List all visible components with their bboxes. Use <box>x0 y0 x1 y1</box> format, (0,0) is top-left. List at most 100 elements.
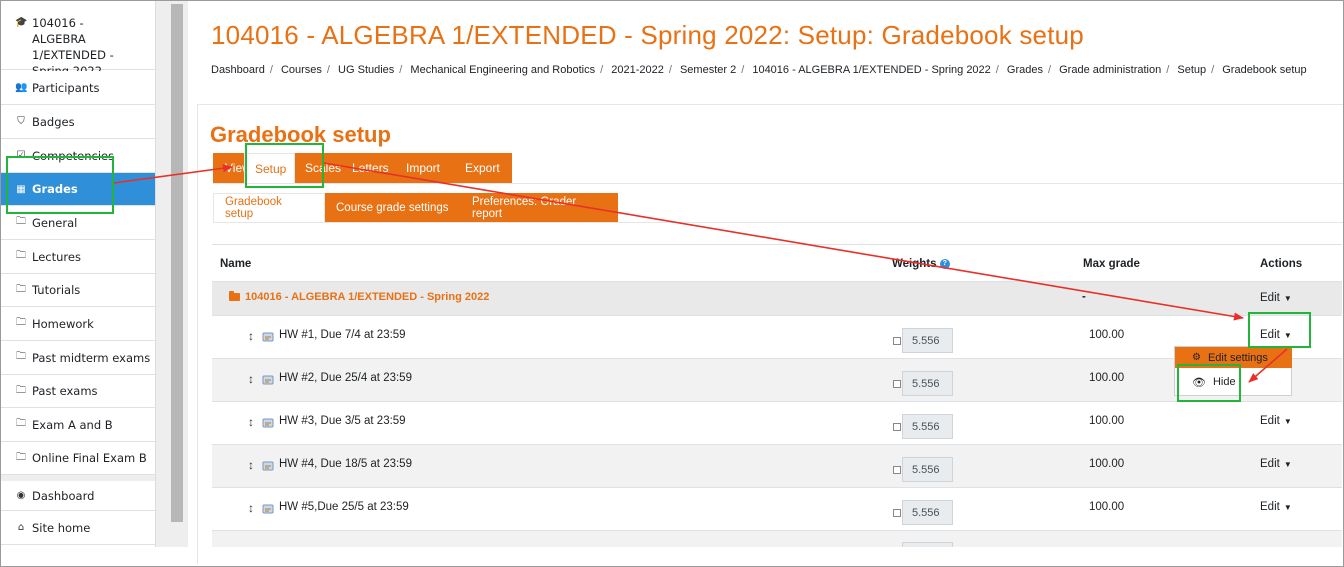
table-row: ↕ HW #5,Due 25/5 at 23:59 5.556 100.00 E… <box>212 487 1342 531</box>
move-icon[interactable]: ↕ <box>248 372 254 386</box>
nav-label: General <box>32 215 78 230</box>
nav-item-homework[interactable]: 🗀 Homework <box>0 307 155 341</box>
nav-item-dashboard[interactable]: ◉ Dashboard <box>0 481 155 511</box>
nav-item-participants[interactable]: 👥 Participants <box>0 71 155 105</box>
breadcrumb-link[interactable]: Setup <box>1177 64 1206 76</box>
nav-label: Site home <box>32 520 91 535</box>
move-icon[interactable]: ↕ <box>248 415 254 429</box>
weight-override-checkbox[interactable] <box>893 337 901 345</box>
nav-course-home[interactable]: 🎓 104016 - ALGEBRA 1/EXTENDED - Spring 2… <box>0 6 155 78</box>
folder-icon: 🗀 <box>16 317 26 328</box>
breadcrumb-link[interactable]: Dashboard <box>211 64 265 76</box>
breadcrumb-link[interactable]: Grade administration <box>1059 64 1161 76</box>
nav-label: Exam A and B <box>32 417 113 432</box>
nav-label: Past midterm exams <box>32 350 151 365</box>
weight-override-checkbox[interactable] <box>893 466 901 474</box>
nav-item-tutorials[interactable]: 🗀 Tutorials <box>0 274 155 307</box>
shield-icon: ⛉ <box>17 116 25 127</box>
nav-item-past-midterm-exams[interactable]: 🗀 Past midterm exams <box>0 341 155 375</box>
weight-override-checkbox[interactable] <box>893 423 901 431</box>
weight-input[interactable]: 5.556 <box>902 371 953 396</box>
grade-item-name[interactable]: HW #3, Due 3/5 at 23:59 <box>279 415 406 427</box>
drawer-scrollbar-thumb[interactable] <box>171 4 183 522</box>
page-title: 104016 - ALGEBRA 1/EXTENDED - Spring 202… <box>211 20 1084 50</box>
table-row: ↕ HW #2, Due 25/4 at 23:59 5.556 100.00 <box>212 358 1342 402</box>
grade-item-name[interactable]: HW #5,Due 25/5 at 23:59 <box>279 501 409 513</box>
nav-item-lectures[interactable]: 🗀 Lectures <box>0 240 155 274</box>
subtabs-divider <box>213 222 1344 223</box>
breadcrumb-link[interactable]: 2021-2022 <box>611 64 664 76</box>
tab-label: Export <box>465 161 500 175</box>
grade-item-name[interactable]: HW #2, Due 25/4 at 23:59 <box>279 372 412 384</box>
nav-item-site-home[interactable]: ⌂ Site home <box>0 511 155 545</box>
folder-icon: 🗀 <box>16 418 26 429</box>
weight-input[interactable] <box>902 542 953 547</box>
edit-label: Edit <box>1260 415 1280 427</box>
nav-label: Tutorials <box>32 283 81 297</box>
subtab-gradebook-setup[interactable]: Gradebook setup <box>213 193 325 222</box>
folder-icon: 🗀 <box>16 216 26 227</box>
nav-item-exam-a-and-b[interactable]: 🗀 Exam A and B <box>0 408 155 442</box>
weight-override-checkbox[interactable] <box>893 509 901 517</box>
caret-down-icon: ▼ <box>1283 417 1292 426</box>
help-icon[interactable]: ? <box>939 258 950 269</box>
move-icon[interactable]: ↕ <box>248 458 254 472</box>
max-grade-value: 100.00 <box>1089 329 1125 341</box>
table-top-border <box>212 244 1342 245</box>
max-grade-value: 100.00 <box>1089 458 1125 470</box>
weight-input[interactable]: 5.556 <box>902 414 953 439</box>
folder-icon: 🗀 <box>16 384 26 396</box>
grade-item-name[interactable]: HW #1, Due 7/4 at 23:59 <box>279 329 406 341</box>
move-icon[interactable]: ↕ <box>248 501 254 515</box>
category-row: 104016 - ALGEBRA 1/EXTENDED - Spring 202… <box>212 281 1342 315</box>
edit-label: Edit <box>1260 501 1280 513</box>
move-icon[interactable]: ↕ <box>248 329 254 343</box>
home-icon: ⌂ <box>17 522 25 533</box>
tab-export[interactable]: Export <box>453 153 512 183</box>
breadcrumb-link[interactable]: 104016 - ALGEBRA 1/EXTENDED - Spring 202… <box>752 64 990 76</box>
setup-subtabs: Gradebook setup Course grade settings Pr… <box>213 193 618 222</box>
weight-input[interactable]: 5.556 <box>902 328 953 353</box>
folder-icon: 🗀 <box>16 283 26 295</box>
tab-import[interactable]: Import <box>394 153 453 183</box>
subtab-label: Gradebook setup <box>225 196 282 220</box>
grade-item-name[interactable]: HW #4, Due 18/5 at 23:59 <box>279 458 412 470</box>
subtab-label: Preferences: Grader report <box>472 195 577 220</box>
table-row: ↕ HW #1, Due 7/4 at 23:59 5.556 100.00 E… <box>212 315 1342 359</box>
nav-item-past-exams[interactable]: 🗀 Past exams <box>0 375 155 408</box>
column-header-actions: Actions <box>1260 258 1303 270</box>
weight-input[interactable]: 5.556 <box>902 457 953 482</box>
nav-course-label: 104016 - ALGEBRA 1/EXTENDED - Spring 202… <box>32 16 114 78</box>
breadcrumb-link[interactable]: Grades <box>1007 64 1043 76</box>
subtab-course-grade-settings[interactable]: Course grade settings <box>325 193 461 222</box>
nav-item-online-final-exam-b[interactable]: 🗀 Online Final Exam B <box>0 442 155 475</box>
nav-item-badges[interactable]: ⛉ Badges <box>0 105 155 139</box>
column-header-name: Name <box>220 258 252 270</box>
nav-label: Lectures <box>32 249 81 264</box>
breadcrumb: Dashboard / Courses / UG Studies / Mechanic… <box>211 64 1307 76</box>
item-edit-menu[interactable]: Edit ▼ <box>1260 458 1292 470</box>
course-nav-drawer: 🎓 104016 - ALGEBRA 1/EXTENDED - Spring 2… <box>0 0 156 547</box>
highlight-edit-menu <box>1248 312 1311 348</box>
item-edit-menu[interactable]: Edit ▼ <box>1260 415 1292 427</box>
category-edit-menu[interactable]: Edit ▼ <box>1260 292 1292 304</box>
item-edit-menu[interactable]: Edit ▼ <box>1260 501 1292 513</box>
folder-icon <box>229 291 240 301</box>
assignment-icon <box>262 332 274 342</box>
breadcrumb-link[interactable]: Courses <box>281 64 322 76</box>
tab-letters[interactable]: Letters <box>341 153 394 183</box>
breadcrumb-link[interactable]: Semester 2 <box>680 64 736 76</box>
table-row-partial <box>212 530 1342 547</box>
weight-override-checkbox[interactable] <box>893 380 901 388</box>
tab-view[interactable]: View <box>213 153 251 183</box>
subtab-preferences-grader-report[interactable]: Preferences: Grader report <box>461 193 618 222</box>
weights-label: Weights <box>892 258 937 270</box>
nav-label: Badges <box>32 114 75 129</box>
breadcrumb-link[interactable]: Mechanical Engineering and Robotics <box>410 64 595 76</box>
highlight-setup-tab <box>245 143 324 188</box>
tab-label: Letters <box>352 161 389 175</box>
nav-label: Dashboard <box>32 488 95 503</box>
max-grade-value: 100.00 <box>1089 501 1125 513</box>
breadcrumb-link[interactable]: UG Studies <box>338 64 394 76</box>
weight-input[interactable]: 5.556 <box>902 500 953 525</box>
